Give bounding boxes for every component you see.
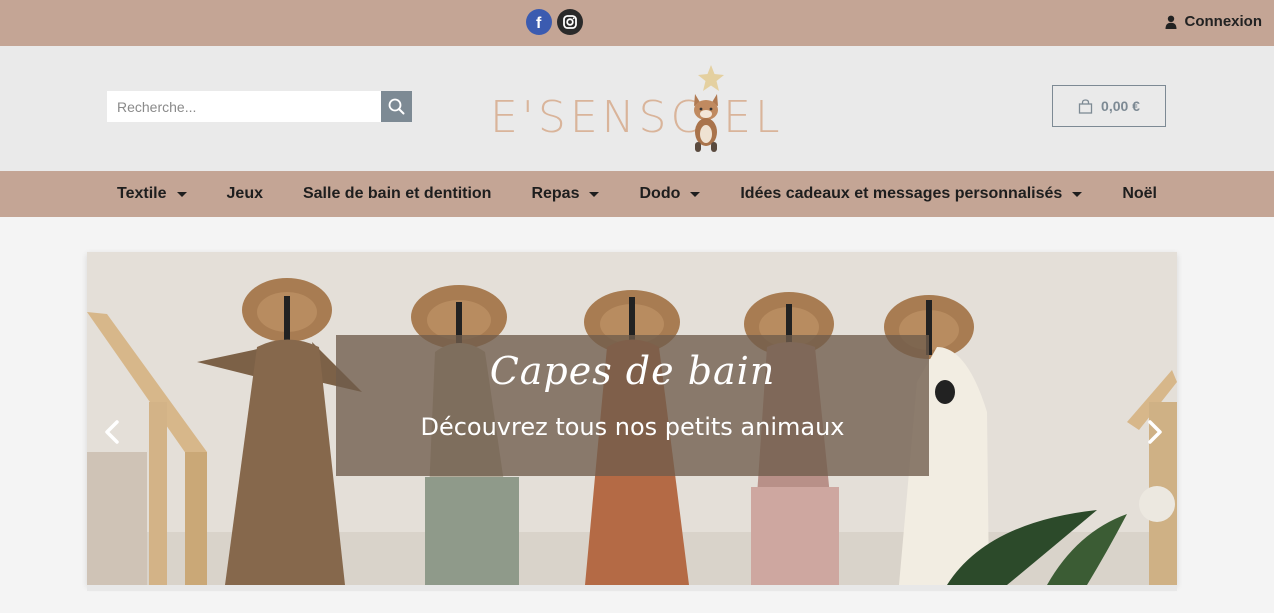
login-link[interactable]: Connexion: [1165, 13, 1263, 30]
login-label: Connexion: [1184, 13, 1263, 30]
slider-prev-button[interactable]: [97, 417, 127, 447]
nav-item-label: Jeux: [226, 185, 263, 202]
hero-slider: Capes de bain Découvrez tous nos petits …: [87, 252, 1177, 585]
slide-caption: Capes de bain Découvrez tous nos petits …: [336, 335, 929, 476]
caret-down-icon: [589, 191, 600, 197]
site-logo[interactable]: E'SENSC EL: [490, 62, 785, 158]
caret-down-icon: [176, 191, 187, 197]
search-icon: [388, 98, 405, 115]
main-nav: Textile Jeux Salle de bain et dentition …: [0, 171, 1274, 217]
caret-down-icon: [690, 191, 701, 197]
slider-shadow-line: [87, 585, 1177, 591]
instagram-icon[interactable]: [557, 9, 583, 35]
nav-item-textile[interactable]: Textile: [97, 185, 207, 203]
chevron-right-icon: [1148, 420, 1162, 444]
site-header: E'SENSC EL 0,00 €: [0, 46, 1274, 171]
nav-item-noel[interactable]: Noël: [1102, 185, 1177, 203]
slide-subtitle: Découvrez tous nos petits animaux: [420, 413, 845, 441]
search-form: [107, 91, 412, 122]
slider-next-button[interactable]: [1140, 417, 1170, 447]
facebook-icon[interactable]: f: [526, 9, 552, 35]
cart-total: 0,00 €: [1101, 98, 1140, 114]
nav-item-label: Textile: [117, 185, 167, 202]
nav-item-salle-de-bain[interactable]: Salle de bain et dentition: [283, 185, 511, 203]
search-input[interactable]: [107, 91, 381, 122]
nav-item-dodo[interactable]: Dodo: [619, 185, 720, 203]
search-button[interactable]: [381, 91, 412, 122]
slide-title: Capes de bain: [489, 349, 776, 393]
logo-text: E'SENSC EL: [490, 92, 784, 143]
chevron-left-icon: [105, 420, 119, 444]
shopping-bag-icon: [1078, 98, 1093, 114]
nav-item-jeux[interactable]: Jeux: [207, 185, 283, 203]
nav-item-label: Idées cadeaux et messages personnalisés: [740, 185, 1063, 202]
svg-text:f: f: [536, 15, 542, 30]
nav-item-idees-cadeaux[interactable]: Idées cadeaux et messages personnalisés: [720, 185, 1102, 203]
nav-item-label: Noël: [1122, 185, 1157, 202]
nav-item-repas[interactable]: Repas: [511, 185, 619, 203]
nav-item-label: Salle de bain et dentition: [302, 185, 492, 202]
nav-item-label: Dodo: [639, 185, 681, 202]
star-icon: [698, 65, 724, 91]
top-bar: f Connexion: [0, 0, 1274, 46]
fox-illustration: [694, 94, 718, 152]
caret-down-icon: [1072, 191, 1083, 197]
cart-button[interactable]: 0,00 €: [1052, 85, 1166, 127]
user-icon: [1165, 15, 1176, 29]
nav-item-label: Repas: [531, 185, 580, 202]
